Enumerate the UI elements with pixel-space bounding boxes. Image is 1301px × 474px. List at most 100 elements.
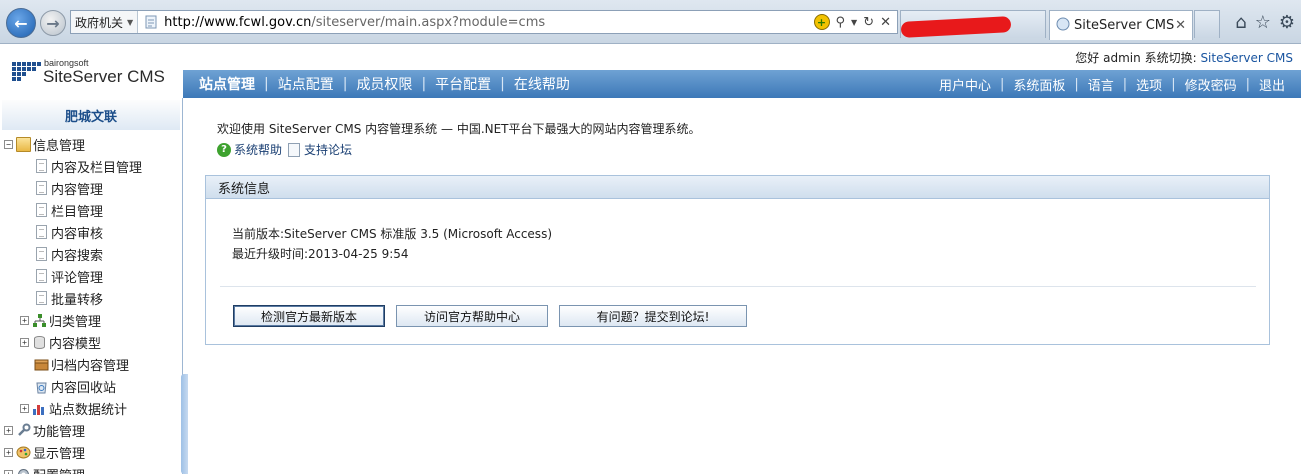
refresh-icon[interactable]: ↻: [863, 15, 874, 30]
version-label: 当前版本:: [232, 227, 285, 241]
tree-item-content-and-channel[interactable]: 内容及栏目管理: [34, 155, 142, 177]
expand-icon[interactable]: +: [20, 403, 29, 413]
nav-site-management[interactable]: 站点管理: [199, 74, 255, 94]
nav-separator: |: [500, 76, 505, 92]
tree-item-content-search[interactable]: 内容搜索: [34, 243, 103, 265]
visit-help-center-button[interactable]: 访问官方帮助中心: [396, 305, 548, 327]
tree-icon: [32, 313, 47, 328]
support-forum-link[interactable]: 支持论坛: [288, 141, 352, 158]
nav-separator: |: [1122, 76, 1128, 92]
tree-item-categorization[interactable]: + 归类管理: [20, 309, 101, 331]
tree-item-content[interactable]: 内容管理: [34, 177, 103, 199]
page-icon: [36, 181, 47, 195]
tree-item-info-management[interactable]: − 信息管理: [4, 133, 85, 155]
tree-item-label: 栏目管理: [51, 204, 104, 220]
url-path: /siteserver/main.aspx?module=cms: [311, 14, 546, 30]
compatibility-icon[interactable]: +: [813, 14, 830, 30]
tree-item-content-model[interactable]: + 内容模型: [20, 331, 101, 353]
upgrade-label: 最近升级时间:: [232, 247, 309, 261]
archive-icon: [34, 357, 49, 372]
nav-options[interactable]: 选项: [1136, 75, 1162, 94]
version-value: SiteServer CMS 标准版 3.5 (Microsoft Access…: [284, 227, 552, 241]
nav-logout[interactable]: 退出: [1259, 75, 1285, 94]
new-tab-button[interactable]: [1194, 10, 1220, 38]
sidebar-collapse-handle[interactable]: [181, 374, 188, 474]
forward-button[interactable]: →: [40, 10, 66, 36]
collapse-icon[interactable]: −: [4, 139, 13, 149]
nav-system-panel[interactable]: 系统面板: [1013, 75, 1065, 94]
page-icon: [36, 159, 47, 173]
tree-item-label: 站点数据统计: [49, 402, 128, 418]
nav-language[interactable]: 语言: [1088, 75, 1114, 94]
check-latest-version-button[interactable]: 检测官方最新版本: [233, 305, 385, 327]
tree-item-archive[interactable]: 归档内容管理: [34, 353, 129, 375]
page-icon: [144, 15, 158, 29]
tree-item-label: 评论管理: [51, 270, 104, 286]
nav-member-permissions[interactable]: 成员权限: [356, 74, 412, 94]
system-info-panel: 系统信息 当前版本:SiteServer CMS 标准版 3.5 (Micros…: [205, 175, 1270, 345]
upgrade-value: 2013-04-25 9:54: [308, 247, 409, 261]
wrench-icon: [16, 423, 31, 438]
tree-item-label: 信息管理: [33, 138, 86, 154]
zone-dropdown[interactable]: 政府机关 ▼: [71, 11, 139, 33]
settings-icon[interactable]: ⚙: [1279, 12, 1295, 33]
recycle-icon: [34, 379, 49, 394]
nav-user-center[interactable]: 用户中心: [939, 75, 991, 94]
url-text[interactable]: http://www.fcwl.gov.cn/siteserver/main.a…: [164, 15, 813, 30]
tree-item-content-review[interactable]: 内容审核: [34, 221, 103, 243]
tree-item-label: 归类管理: [49, 314, 102, 330]
expand-icon[interactable]: +: [4, 469, 13, 474]
back-button[interactable]: ←: [6, 8, 36, 38]
stop-icon[interactable]: ✕: [880, 15, 891, 30]
tree-item-label: 配置管理: [33, 465, 85, 474]
tab-active[interactable]: SiteServer CMS... ✕: [1049, 10, 1193, 40]
favorites-icon[interactable]: ☆: [1255, 12, 1271, 33]
chart-icon: [32, 401, 47, 416]
tree-item-channel[interactable]: 栏目管理: [34, 199, 103, 221]
forward-icon: →: [46, 13, 60, 33]
system-help-label: 系统帮助: [234, 143, 283, 157]
submit-to-forum-button[interactable]: 有问题？提交到论坛!: [559, 305, 747, 327]
divider: [220, 286, 1256, 287]
close-icon[interactable]: ✕: [1175, 18, 1186, 33]
system-help-link[interactable]: ? 系统帮助: [217, 141, 282, 158]
logo-text: SiteServer CMS: [43, 67, 165, 86]
home-icon[interactable]: ⌂: [1235, 12, 1246, 33]
expand-icon[interactable]: +: [4, 425, 13, 435]
tree-item-recycle-bin[interactable]: 内容回收站: [34, 375, 116, 397]
tree-item-label: 显示管理: [33, 446, 86, 462]
tree-item-functions[interactable]: + 功能管理: [4, 419, 85, 441]
nav-online-help[interactable]: 在线帮助: [514, 74, 570, 94]
address-bar[interactable]: 政府机关 ▼ http://www.fcwl.gov.cn/siteserver…: [70, 10, 898, 34]
page-icon: [36, 291, 47, 305]
nav-change-password[interactable]: 修改密码: [1185, 75, 1237, 94]
tab-favicon-icon: [1056, 17, 1070, 34]
expand-icon[interactable]: +: [4, 447, 13, 457]
tree-item-label: 内容模型: [49, 336, 102, 352]
nav-separator: |: [1245, 76, 1250, 92]
site-title[interactable]: 肥城文联: [2, 100, 180, 130]
nav-separator: |: [1074, 76, 1079, 92]
version-info: 当前版本:SiteServer CMS 标准版 3.5 (Microsoft A…: [232, 225, 552, 242]
tab-redacted[interactable]: [900, 10, 1046, 38]
tree-item-comments[interactable]: 评论管理: [34, 265, 103, 287]
system-switch-link[interactable]: SiteServer CMS: [1200, 51, 1293, 65]
tree-item-config[interactable]: + 配置管理: [4, 463, 85, 474]
nav-site-config[interactable]: 站点配置: [278, 74, 334, 94]
quick-links: ? 系统帮助 支持论坛: [217, 141, 358, 158]
chevron-down-icon[interactable]: ▼: [851, 18, 857, 27]
search-icon[interactable]: ⚲: [836, 15, 846, 30]
nav-platform-config[interactable]: 平台配置: [435, 74, 491, 94]
expand-icon[interactable]: +: [20, 337, 29, 347]
expand-icon[interactable]: +: [20, 315, 29, 325]
page-icon: [36, 247, 47, 261]
tree-item-label: 内容搜索: [51, 248, 104, 264]
back-icon: ←: [14, 13, 28, 33]
tree-item-display[interactable]: + 显示管理: [4, 441, 85, 463]
tree-item-statistics[interactable]: + 站点数据统计: [20, 397, 127, 419]
tree-item-batch-transfer[interactable]: 批量转移: [34, 287, 103, 309]
tree-item-label: 批量转移: [51, 292, 104, 308]
page-icon: [36, 269, 47, 283]
cylinder-icon: [32, 335, 47, 350]
zone-label: 政府机关: [75, 15, 124, 30]
